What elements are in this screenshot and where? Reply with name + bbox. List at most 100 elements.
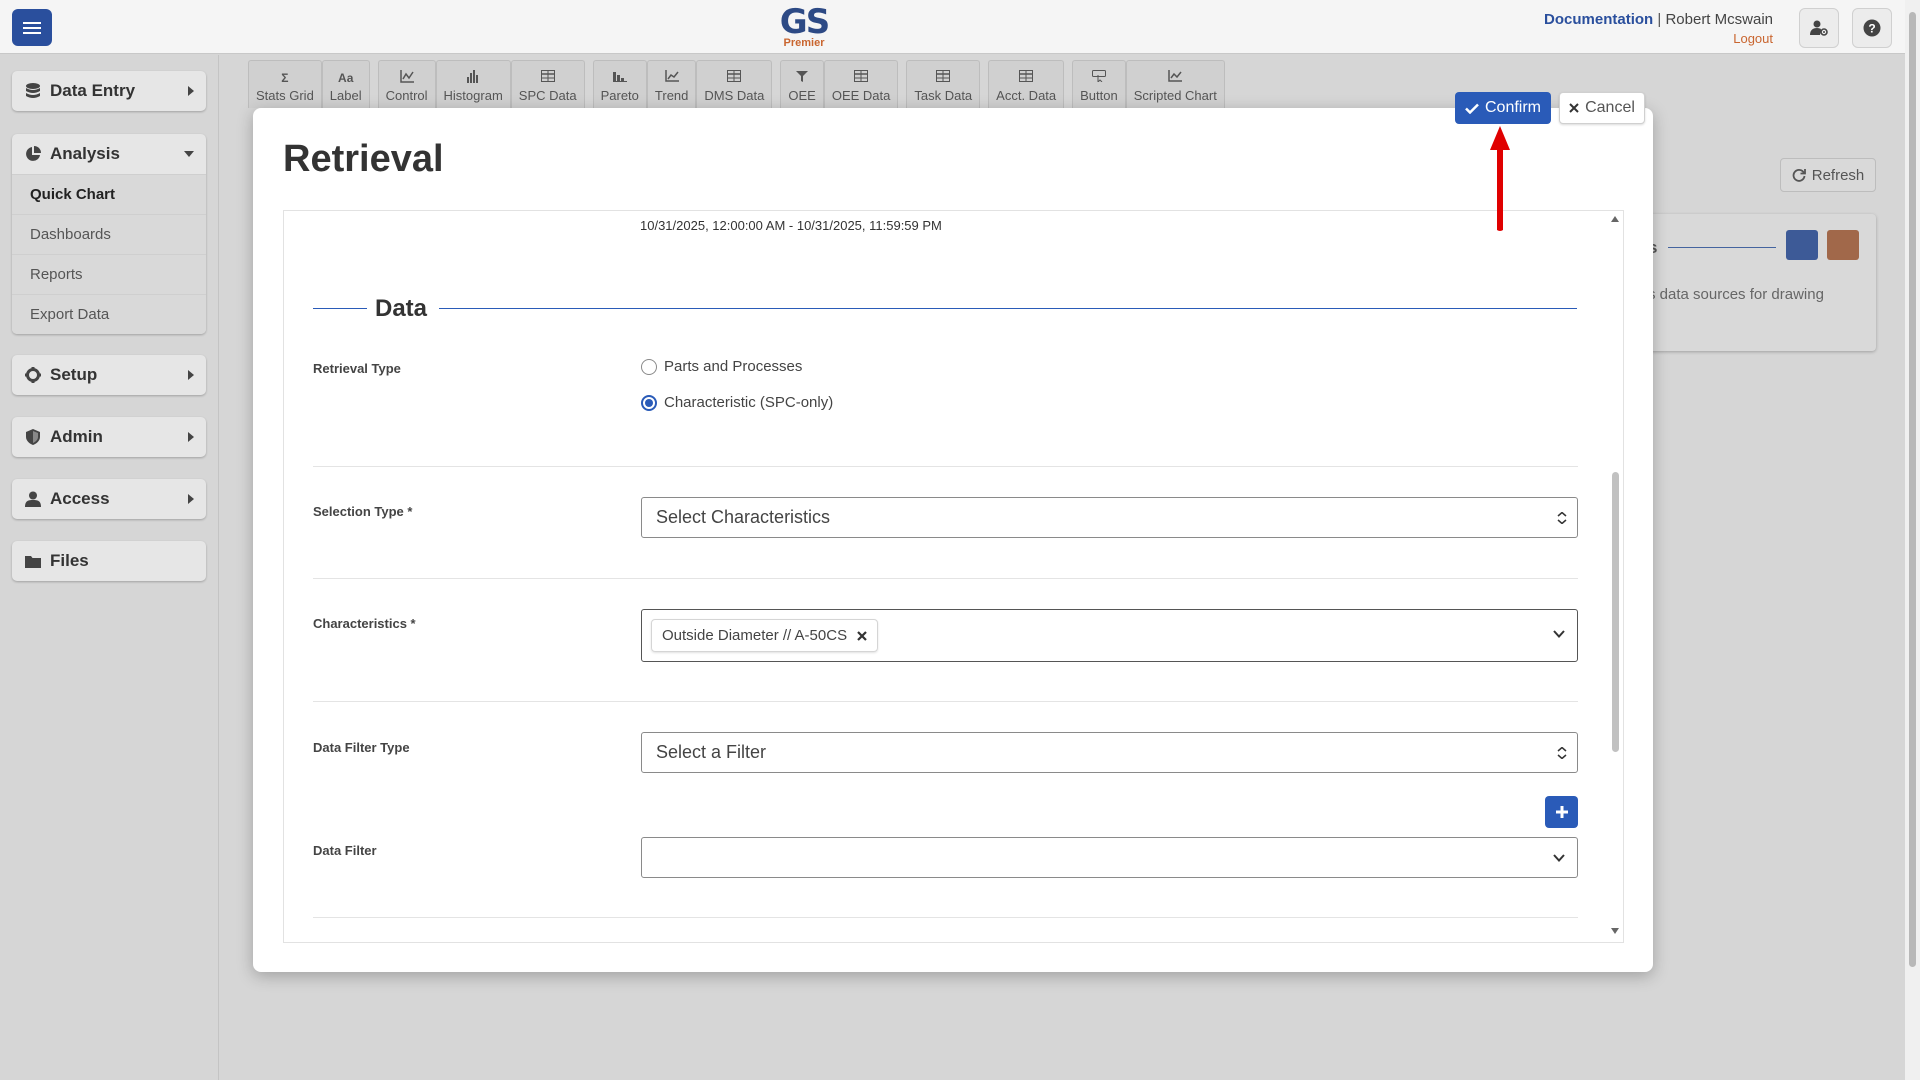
nav-export-data[interactable]: Export Data: [12, 294, 206, 334]
date-range-text: 10/31/2025, 12:00:00 AM - 10/31/2025, 11…: [640, 218, 942, 233]
nav-data-entry[interactable]: Data Entry: [12, 71, 206, 111]
remove-tag-icon[interactable]: [857, 630, 867, 641]
panel-description: s data sources for drawing: [1648, 286, 1824, 303]
text-icon: Aa: [338, 71, 354, 85]
form-scrollbar-thumb[interactable]: [1612, 472, 1619, 752]
toolbar-label: Acct. Data: [996, 88, 1057, 103]
data-sources-panel: s s data sources for drawing: [1620, 214, 1876, 351]
selection-type-label: Selection Type *: [313, 504, 413, 519]
toolbar-dms-data[interactable]: DMS Data: [696, 60, 773, 108]
toolbar-button[interactable]: Button: [1072, 60, 1126, 108]
table-icon: [936, 70, 951, 86]
nav-files[interactable]: Files: [12, 541, 206, 581]
nav-setup[interactable]: Setup: [12, 355, 206, 395]
delete-source-button[interactable]: [1827, 230, 1859, 260]
toolbar-trend[interactable]: Trend: [646, 60, 697, 108]
toolbar-acct-data[interactable]: Acct. Data: [988, 60, 1065, 108]
toolbar-oee[interactable]: OEE: [780, 60, 824, 108]
page-scrollbar[interactable]: [1905, 0, 1920, 1080]
toolbar-pareto[interactable]: Pareto: [592, 60, 647, 108]
chevron-updown-icon: [1557, 512, 1567, 524]
add-filter-button[interactable]: [1545, 796, 1578, 828]
nav-analysis[interactable]: Analysis Quick Chart Dashboards Reports …: [12, 134, 206, 334]
user-icon: [24, 490, 42, 508]
toolbar-label: Control: [385, 88, 428, 103]
radio-characteristic-spc-only[interactable]: Characteristic (SPC-only): [641, 394, 833, 411]
toolbar-label: Button: [1080, 88, 1118, 103]
add-source-button[interactable]: [1786, 230, 1818, 260]
pareto-icon: [612, 70, 627, 86]
toolbar-scripted-chart[interactable]: Scripted Chart: [1125, 60, 1225, 108]
chevron-down-icon[interactable]: [1553, 630, 1565, 638]
nav-setup-label: Setup: [50, 365, 98, 384]
form-divider: [313, 578, 1578, 579]
toolbar-oee-data[interactable]: OEE Data: [823, 60, 899, 108]
nav-analysis-label: Analysis: [50, 144, 120, 163]
toolbar-label: OEE: [788, 88, 816, 103]
toolbar-label: Scripted Chart: [1133, 88, 1217, 103]
radio-circle: [641, 358, 657, 375]
chart-toolbar: Σ Stats Grid Aa Label Control Histogram SP…: [248, 60, 1225, 108]
toolbar-task-data[interactable]: Task Data: [906, 60, 981, 108]
caret-right-icon: [188, 370, 194, 380]
shield-icon: [24, 428, 42, 446]
radio-label: Parts and Processes: [664, 358, 803, 375]
nav-access[interactable]: Access: [12, 479, 206, 519]
radio-circle-checked: [641, 394, 657, 411]
cancel-button[interactable]: Cancel: [1559, 92, 1645, 124]
toolbar-label: Pareto: [600, 88, 639, 103]
nav-access-label: Access: [50, 489, 110, 508]
top-header: GS Premier Documentation | Robert Mcswai…: [0, 0, 1905, 54]
toolbar-stats-grid[interactable]: Σ Stats Grid: [248, 60, 322, 108]
nav-dashboards[interactable]: Dashboards: [12, 214, 206, 254]
user-settings-button[interactable]: [1799, 8, 1839, 48]
data-filter-type-select[interactable]: Select a Filter: [641, 732, 1578, 773]
form-scrollbar[interactable]: [1608, 212, 1622, 942]
sidebar: Data Entry Analysis Quick Chart Dashboar…: [0, 55, 219, 1080]
toolbar-label: OEE Data: [831, 88, 891, 103]
app-logo[interactable]: GS Premier: [776, 4, 832, 49]
help-icon: ?: [1863, 19, 1881, 37]
help-button[interactable]: ?: [1852, 8, 1892, 48]
menu-toggle-button[interactable]: [12, 9, 52, 46]
characteristics-label: Characteristics *: [313, 616, 416, 631]
scroll-up-icon[interactable]: [1611, 216, 1619, 222]
hamburger-icon: [23, 21, 41, 34]
toolbar-control[interactable]: Control: [377, 60, 436, 108]
characteristics-multiselect[interactable]: Outside Diameter // A-50CS: [641, 609, 1578, 662]
radio-parts-and-processes[interactable]: Parts and Processes: [641, 358, 802, 375]
chevron-updown-icon: [1557, 747, 1567, 759]
toolbar-label: Label: [329, 88, 362, 103]
scroll-down-icon[interactable]: [1611, 928, 1619, 934]
data-filter-type-label: Data Filter Type: [313, 740, 410, 755]
panel-title-line: [1668, 247, 1776, 248]
nav-reports[interactable]: Reports: [12, 254, 206, 294]
table-icon: [727, 70, 742, 86]
refresh-label: Refresh: [1811, 166, 1865, 184]
radio-label: Characteristic (SPC-only): [664, 394, 834, 411]
pie-chart-icon: [24, 145, 42, 163]
svg-text:?: ?: [1868, 22, 1875, 36]
database-icon: [24, 82, 42, 100]
toolbar-label-item[interactable]: Aa Label: [321, 60, 370, 108]
table-icon: [1019, 70, 1034, 86]
toolbar-label: Histogram: [443, 88, 503, 103]
data-filter-select[interactable]: [641, 837, 1578, 878]
nav-quick-chart[interactable]: Quick Chart: [12, 174, 206, 214]
documentation-link[interactable]: Documentation: [1544, 11, 1653, 28]
toolbar-spc-data[interactable]: SPC Data: [510, 60, 585, 108]
toolbar-histogram[interactable]: Histogram: [435, 60, 511, 108]
logout-link[interactable]: Logout: [1544, 31, 1773, 46]
selection-type-select[interactable]: Select Characteristics: [641, 497, 1578, 538]
button-icon: [1091, 70, 1106, 86]
nav-admin[interactable]: Admin: [12, 417, 206, 457]
confirm-button[interactable]: Confirm: [1455, 92, 1551, 124]
check-icon: [1465, 103, 1479, 114]
trend-icon: [664, 70, 679, 86]
retrieval-type-label: Retrieval Type: [313, 361, 401, 376]
toolbar-label: Task Data: [914, 88, 973, 103]
caret-right-icon: [188, 432, 194, 442]
logo-sub: Premier: [783, 37, 825, 49]
nav-data-entry-label: Data Entry: [50, 81, 136, 100]
refresh-button[interactable]: Refresh: [1780, 158, 1876, 192]
